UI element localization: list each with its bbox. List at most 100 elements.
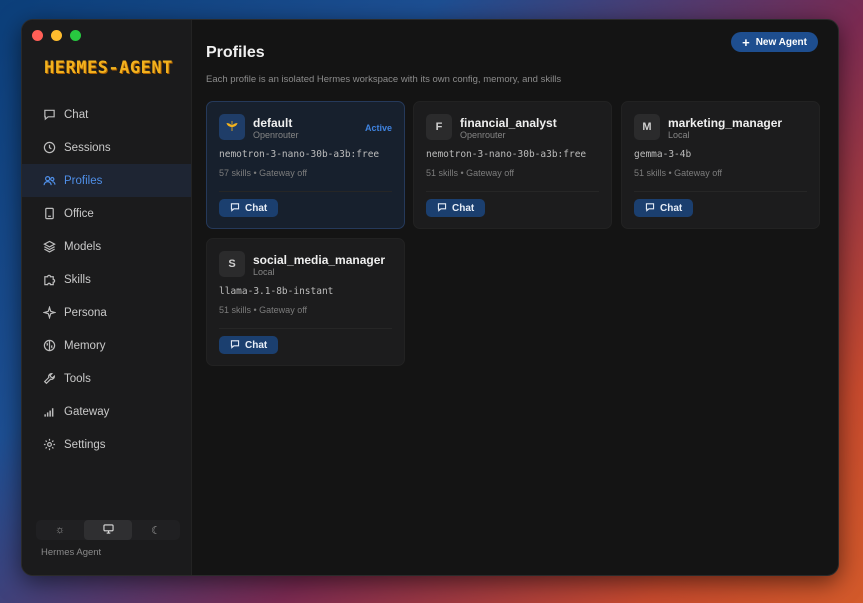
profile-name: financial_analyst	[460, 116, 557, 130]
skills-count: 51 skills	[634, 168, 667, 178]
sidebar-item-label: Memory	[64, 339, 106, 352]
skills-count: 51 skills	[426, 168, 459, 178]
plus-icon: +	[742, 34, 750, 50]
chat-icon	[645, 202, 655, 215]
puzzle-icon	[42, 273, 56, 287]
profile-avatar	[219, 114, 245, 140]
clock-icon	[42, 141, 56, 155]
gateway-status: Gateway off	[259, 305, 308, 315]
sidebar-item-office[interactable]: Office	[22, 197, 191, 230]
sidebar-item-chat[interactable]: Chat	[22, 98, 191, 131]
profile-meta: 57 skills • Gateway off	[219, 168, 308, 178]
brain-icon	[42, 339, 56, 353]
sidebar-item-label: Office	[64, 207, 94, 220]
app-name-footer: Hermes Agent	[41, 547, 102, 558]
profile-avatar: S	[219, 251, 245, 277]
sidebar-item-label: Sessions	[64, 141, 111, 154]
profile-card-marketing-manager[interactable]: M marketing_manager Local gemma-3-4b 51 …	[621, 101, 820, 229]
chat-button-label: Chat	[245, 339, 268, 351]
chat-button-label: Chat	[660, 202, 683, 214]
light-theme-button[interactable]: ☼	[36, 520, 84, 540]
layers-icon	[42, 240, 56, 254]
gear-icon	[42, 438, 56, 452]
chat-button[interactable]: Chat	[219, 336, 279, 354]
sidebar-item-label: Profiles	[64, 174, 103, 187]
main-content: Profiles Each profile is an isolated Her…	[192, 20, 838, 575]
page-subtitle: Each profile is an isolated Hermes works…	[206, 74, 562, 85]
close-window-button[interactable]	[32, 30, 43, 41]
gateway-status: Gateway off	[466, 168, 515, 178]
profile-provider: Openrouter	[460, 130, 506, 140]
zoom-window-button[interactable]	[70, 30, 81, 41]
new-agent-button[interactable]: + New Agent	[731, 32, 818, 52]
card-divider	[634, 191, 807, 192]
sparkle-icon	[42, 306, 56, 320]
skills-count: 51 skills	[219, 305, 252, 315]
profile-card-default[interactable]: default Openrouter Active nemotron-3-nan…	[206, 101, 405, 229]
card-divider	[426, 191, 599, 192]
chat-button-label: Chat	[452, 202, 475, 214]
profile-name: default	[253, 116, 293, 130]
profile-avatar: F	[426, 114, 452, 140]
dark-theme-button[interactable]: ☾	[132, 520, 180, 540]
wrench-icon	[42, 372, 56, 386]
users-icon	[42, 174, 56, 188]
sidebar: HERMES-AGENT Chat Sessions Profiles Offi…	[22, 20, 192, 575]
chat-icon	[437, 202, 447, 215]
gateway-status: Gateway off	[259, 168, 308, 178]
sidebar-item-persona[interactable]: Persona	[22, 296, 191, 329]
sun-icon: ☼	[54, 524, 66, 536]
sidebar-item-label: Settings	[64, 438, 106, 451]
card-divider	[219, 328, 392, 329]
skills-count: 57 skills	[219, 168, 252, 178]
sidebar-item-models[interactable]: Models	[22, 230, 191, 263]
chat-icon	[230, 202, 240, 215]
profile-meta: 51 skills • Gateway off	[634, 168, 723, 178]
sidebar-item-tools[interactable]: Tools	[22, 362, 191, 395]
sidebar-item-sessions[interactable]: Sessions	[22, 131, 191, 164]
page-title: Profiles	[206, 44, 265, 61]
sidebar-item-profiles[interactable]: Profiles	[22, 164, 191, 197]
sidebar-item-label: Persona	[64, 306, 107, 319]
profile-provider: Local	[668, 130, 690, 140]
profile-provider: Local	[253, 267, 275, 277]
sidebar-item-label: Models	[64, 240, 102, 253]
sidebar-item-memory[interactable]: Memory	[22, 329, 191, 362]
window-controls	[32, 30, 81, 41]
monitor-icon	[102, 523, 114, 537]
profile-provider: Openrouter	[253, 130, 299, 140]
signal-icon	[42, 405, 56, 419]
active-badge: Active	[364, 123, 392, 133]
sidebar-item-label: Chat	[64, 108, 89, 121]
sidebar-item-label: Gateway	[64, 405, 110, 418]
profile-card-financial-analyst[interactable]: F financial_analyst Openrouter nemotron-…	[413, 101, 612, 229]
moon-icon: ☾	[151, 524, 161, 537]
gateway-status: Gateway off	[674, 168, 723, 178]
profile-meta: 51 skills • Gateway off	[426, 168, 515, 178]
new-agent-label: New Agent	[755, 36, 807, 48]
sidebar-item-settings[interactable]: Settings	[22, 428, 191, 461]
profile-avatar: M	[634, 114, 660, 140]
app-window: HERMES-AGENT Chat Sessions Profiles Offi…	[21, 19, 839, 576]
profile-model: nemotron-3-nano-30b-a3b:free	[219, 149, 380, 160]
chat-button[interactable]: Chat	[634, 199, 694, 217]
hermes-logo-icon	[225, 119, 239, 136]
chat-button[interactable]: Chat	[426, 199, 486, 217]
minimize-window-button[interactable]	[51, 30, 62, 41]
chat-icon	[42, 108, 56, 122]
app-logo: HERMES-AGENT	[44, 58, 173, 78]
card-divider	[219, 191, 392, 192]
sidebar-item-skills[interactable]: Skills	[22, 263, 191, 296]
system-theme-button[interactable]	[84, 520, 132, 540]
chat-button[interactable]: Chat	[219, 199, 279, 217]
sidebar-item-gateway[interactable]: Gateway	[22, 395, 191, 428]
chat-button-label: Chat	[245, 202, 268, 214]
profile-meta: 51 skills • Gateway off	[219, 305, 308, 315]
theme-switcher: ☼ ☾	[36, 520, 180, 540]
sidebar-item-label: Tools	[64, 372, 91, 385]
profile-name: marketing_manager	[668, 116, 783, 130]
profile-model: gemma-3-4b	[634, 149, 692, 160]
profile-card-social-media-manager[interactable]: S social_media_manager Local llama-3.1-8…	[206, 238, 405, 366]
profile-name: social_media_manager	[253, 253, 386, 267]
profile-model: llama-3.1-8b-instant	[219, 286, 334, 297]
